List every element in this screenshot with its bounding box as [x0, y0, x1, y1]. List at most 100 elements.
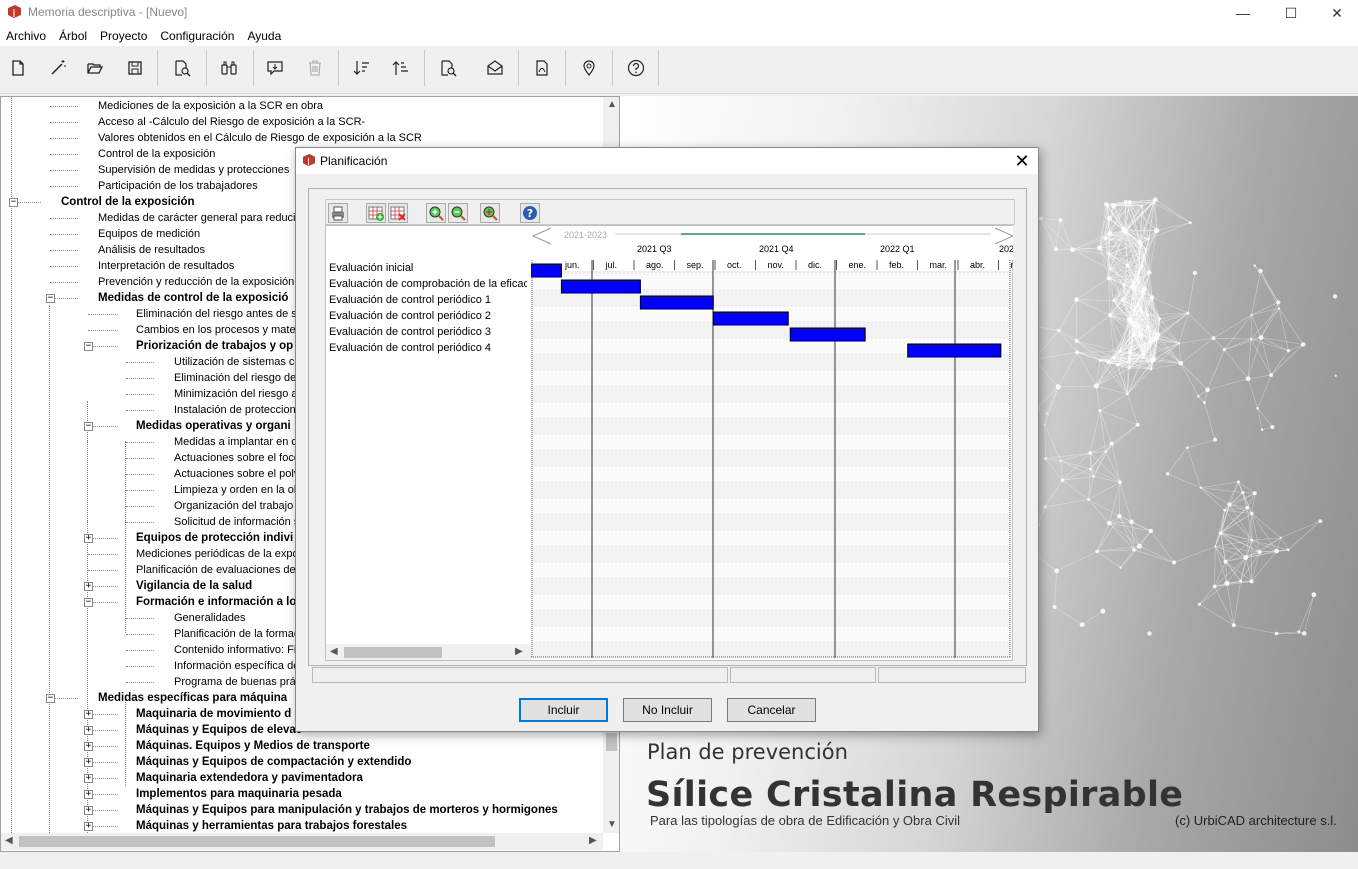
tree-item[interactable]: Maquinaria de movimiento d [136, 706, 291, 722]
tree-item[interactable]: Medidas de control de la exposició [98, 290, 288, 306]
tree-item[interactable]: Instalación de proteccione [174, 402, 302, 418]
wizard-button[interactable] [44, 54, 72, 82]
tree-expander-icon[interactable]: + [84, 742, 93, 751]
delete-button[interactable] [301, 54, 329, 82]
gantt-chart[interactable]: 2021-2023 2021 Q3 2021 Q4 2022 Q1 202 jun. jul… [531, 226, 1013, 660]
maximize-button[interactable]: ☐ [1268, 0, 1314, 26]
tree-item[interactable]: Contenido informativo: Fic [174, 642, 302, 658]
tree-expander-icon[interactable]: − [84, 598, 93, 607]
location-button[interactable] [575, 54, 603, 82]
minimize-button[interactable]: — [1220, 0, 1266, 26]
open-button[interactable] [81, 54, 109, 82]
find-button[interactable] [215, 54, 243, 82]
tree-expander-icon[interactable]: + [84, 790, 93, 799]
tree-item[interactable]: Organización del trabajo [174, 498, 293, 514]
menu-archivo[interactable]: Archivo [0, 26, 53, 46]
tree-item[interactable]: Limpieza y orden en la obr [174, 482, 304, 498]
gantt-zoom-fit-button[interactable] [480, 203, 500, 223]
scroll-left-arrow-icon[interactable]: ◀ [5, 835, 13, 846]
tree-hscroll-thumb[interactable] [19, 836, 495, 847]
task-list-scroll-thumb[interactable] [344, 647, 442, 658]
gantt-task-name[interactable]: Evaluación de control periódico 3 [329, 324, 527, 340]
tree-item[interactable]: Priorización de trabajos y op [136, 338, 293, 354]
tree-item[interactable]: Minimización del riesgo al [174, 386, 300, 402]
help-button[interactable] [622, 54, 650, 82]
scroll-right-arrow-icon[interactable]: ▶ [589, 835, 597, 846]
tree-item[interactable]: Información específica de [174, 658, 299, 674]
gantt-add-button[interactable] [366, 203, 386, 223]
menu-configuracion[interactable]: Configuración [154, 26, 241, 46]
tree-item[interactable]: Control de la exposición [98, 146, 215, 162]
tree-item[interactable]: Maquinaria extendedora y pavimentadora [136, 770, 363, 786]
tree-expander-icon[interactable]: + [84, 822, 93, 831]
tree-item[interactable]: Interpretación de resultados [98, 258, 234, 274]
tree-item[interactable]: Planificación de la formac [174, 626, 299, 642]
tree-item[interactable]: Máquinas y Equipos de compactación y ext… [136, 754, 411, 770]
gantt-task-name[interactable]: Evaluación de comprobación de la eficaci [329, 276, 527, 292]
scroll-down-arrow-icon[interactable]: ▼ [607, 819, 617, 830]
tree-item[interactable]: Análisis de resultados [98, 242, 205, 258]
tree-item[interactable]: Programa de buenas prác [174, 674, 301, 690]
gantt-zoom-out-button[interactable] [448, 203, 468, 223]
task-scroll-right-icon[interactable]: ▶ [515, 646, 523, 657]
tree-expander-icon[interactable]: + [84, 710, 93, 719]
scroll-up-arrow-icon[interactable]: ▲ [607, 99, 617, 110]
gantt-zoom-in-button[interactable] [426, 203, 446, 223]
tree-item[interactable]: Actuaciones sobre el polv [174, 466, 299, 482]
sort-asc-button[interactable] [387, 54, 415, 82]
tree-item[interactable]: Formación e información a lo [136, 594, 296, 610]
menu-proyecto[interactable]: Proyecto [94, 26, 154, 46]
tree-item[interactable]: Máquinas y herramientas para trabajos fo… [136, 818, 407, 834]
new-button[interactable] [4, 54, 32, 82]
menu-arbol[interactable]: Árbol [53, 26, 94, 46]
tree-expander-icon[interactable]: + [84, 534, 93, 543]
tree-item[interactable]: Supervisión de medidas y protecciones [98, 162, 289, 178]
tree-item[interactable]: Mediciones de la exposición a la SCR en … [98, 98, 323, 114]
tree-expander-icon[interactable]: − [84, 422, 93, 431]
tree-expander-icon[interactable]: + [84, 582, 93, 591]
task-scroll-left-icon[interactable]: ◀ [330, 646, 338, 657]
tree-item[interactable]: Control de la exposición [61, 194, 195, 210]
tree-vscroll-thumb[interactable] [606, 733, 617, 751]
tree-item[interactable]: Acceso al -Cálculo del Riesgo de exposic… [98, 114, 365, 130]
tree-item[interactable]: Implementos para maquinaria pesada [136, 786, 342, 802]
search-document-button[interactable] [434, 54, 462, 82]
tree-item[interactable]: Planificación de evaluaciones de [136, 562, 296, 578]
sort-desc-button[interactable] [348, 54, 376, 82]
tree-item[interactable]: Medidas operativas y organi [136, 418, 291, 434]
gantt-help-button[interactable]: ? [520, 203, 540, 223]
tree-item[interactable]: Eliminación del riesgo de l [174, 370, 302, 386]
tree-item[interactable]: Mediciones periódicas de la expos [136, 546, 304, 562]
tree-item[interactable]: Generalidades [174, 610, 246, 626]
tree-expander-icon[interactable]: + [84, 726, 93, 735]
tree-item[interactable]: Eliminación del riesgo antes de su [136, 306, 303, 322]
tree-item[interactable]: Medidas específicas para máquina [98, 690, 287, 706]
tree-item[interactable]: Medidas de carácter general para reducir [98, 210, 299, 226]
tree-item[interactable]: Solicitud de información s [174, 514, 299, 530]
tree-item[interactable]: Utilización de sistemas ce [174, 354, 301, 370]
dialog-close-button[interactable]: ✕ [1008, 150, 1036, 172]
gantt-task-name[interactable]: Evaluación de control periódico 2 [329, 308, 527, 324]
menu-ayuda[interactable]: Ayuda [241, 26, 288, 46]
cancelar-button[interactable]: Cancelar [727, 698, 816, 722]
email-button[interactable] [481, 54, 509, 82]
tree-item[interactable]: Equipos de protección indivi [136, 530, 293, 546]
pdf-button[interactable] [528, 54, 556, 82]
gantt-task-name[interactable]: Evaluación de control periódico 1 [329, 292, 527, 308]
tree-item[interactable]: Cambios en los procesos y materia [136, 322, 308, 338]
tree-item[interactable]: Máquinas y Equipos para manipulación y t… [136, 802, 558, 818]
print-preview-button[interactable] [168, 54, 196, 82]
tree-horizontal-scrollbar[interactable]: ◀ ▶ [1, 833, 603, 850]
gantt-remove-button[interactable] [388, 203, 408, 223]
incluir-button[interactable]: Incluir [519, 698, 608, 722]
tree-item[interactable]: Máquinas y Equipos de elevac [136, 722, 302, 738]
no-incluir-button[interactable]: No Incluir [623, 698, 712, 722]
tree-item[interactable]: Máquinas. Equipos y Medios de transporte [136, 738, 370, 754]
save-button[interactable] [121, 54, 149, 82]
close-button[interactable]: ✕ [1314, 0, 1358, 26]
tree-expander-icon[interactable]: − [46, 694, 55, 703]
tree-expander-icon[interactable]: + [84, 774, 93, 783]
gantt-task-name[interactable]: Evaluación inicial [329, 260, 527, 276]
gantt-task-name[interactable]: Evaluación de control periódico 4 [329, 340, 527, 356]
tree-expander-icon[interactable]: + [84, 758, 93, 767]
